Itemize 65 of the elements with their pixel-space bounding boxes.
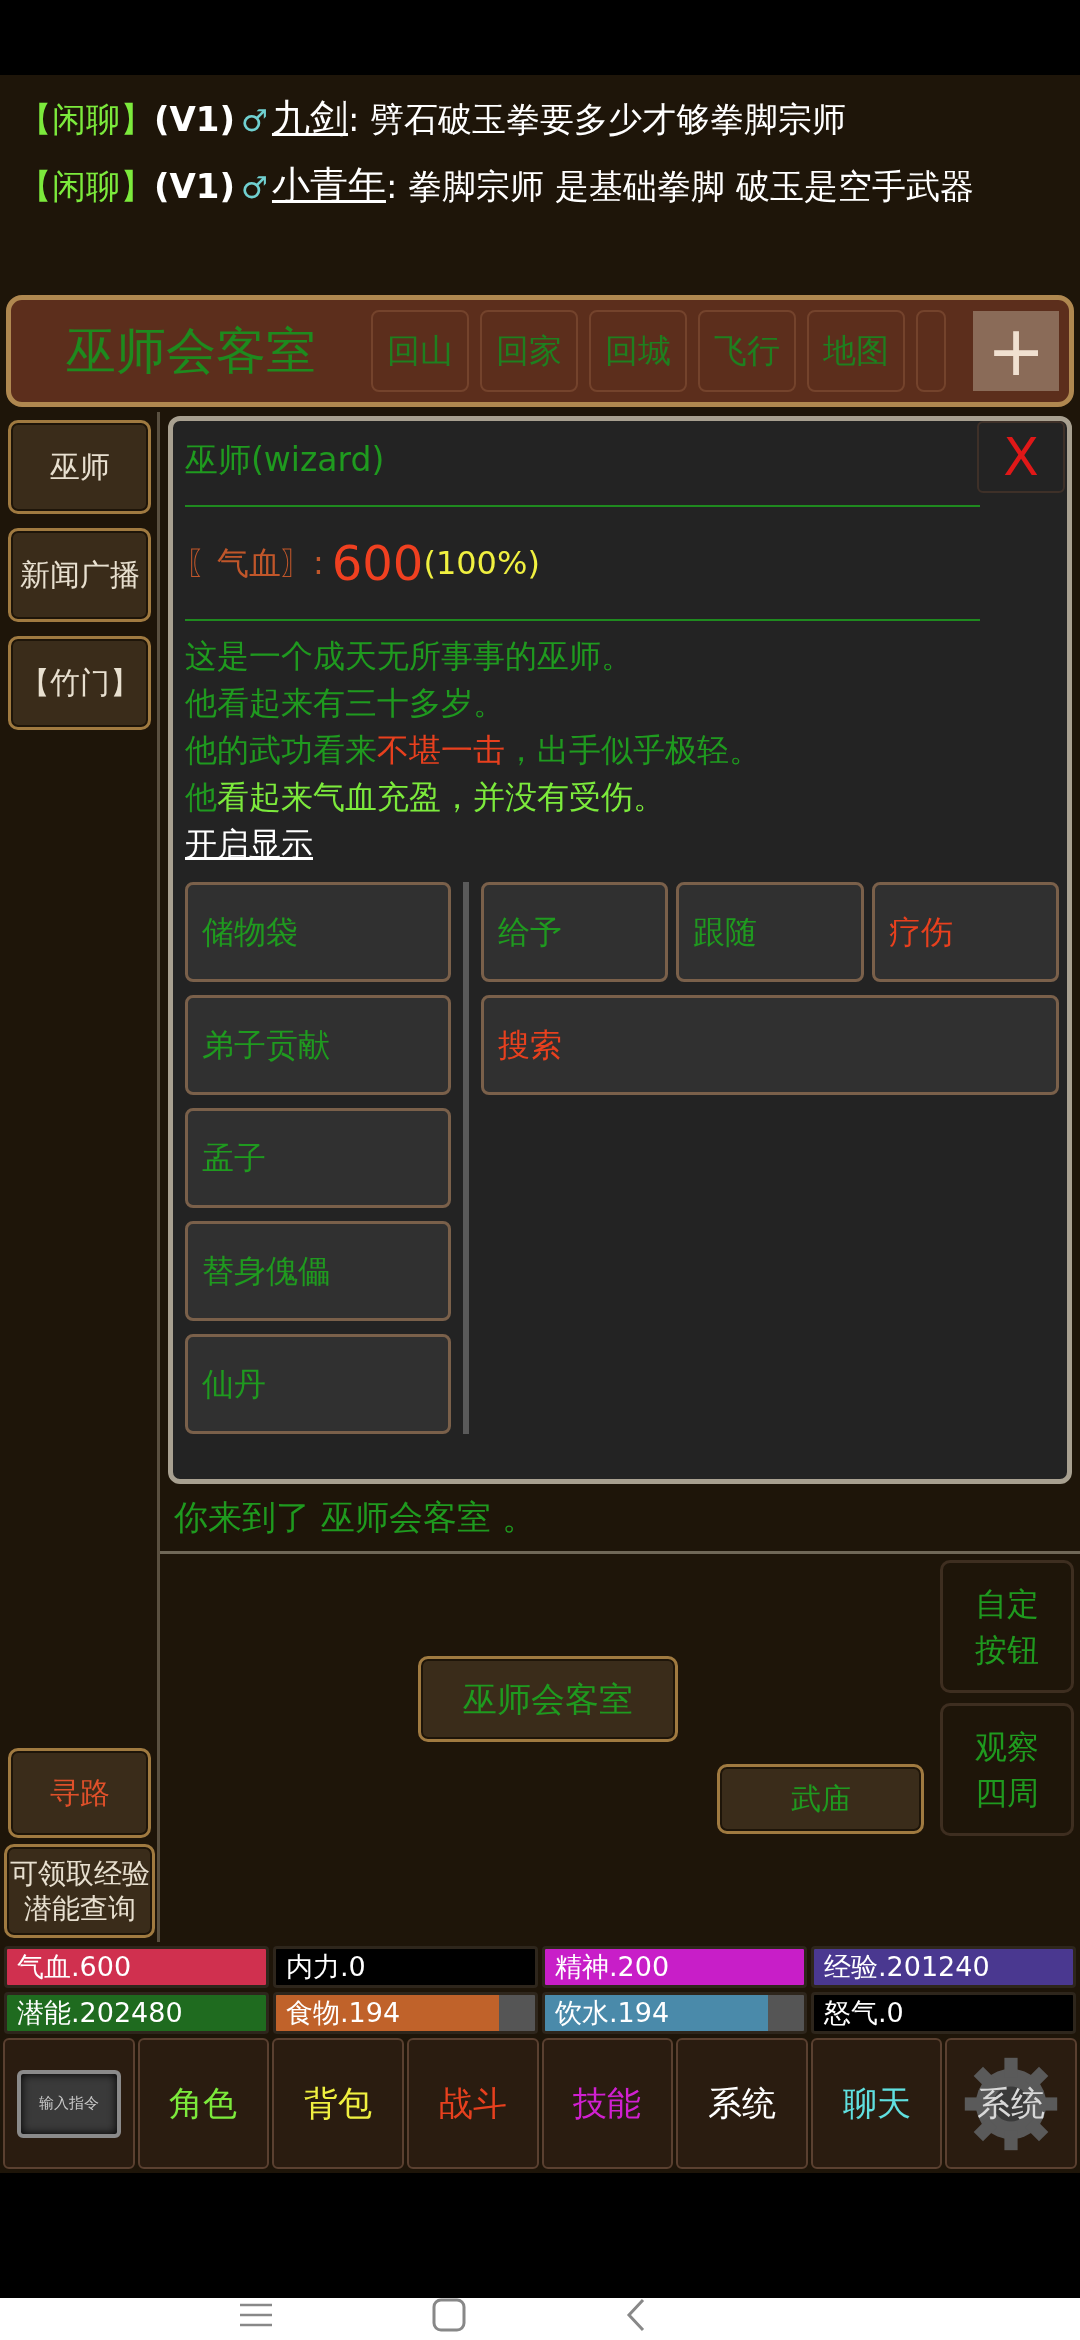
action-button[interactable]: 给予: [481, 882, 669, 982]
hp-percent: (100%): [423, 543, 540, 584]
vip-tag: (V1): [154, 94, 236, 144]
menu-button[interactable]: 战斗: [406, 2038, 539, 2169]
menu-icon[interactable]: [240, 2303, 272, 2327]
chat-message: : 拳脚宗师 是基础拳脚 破玉是空手武器: [385, 165, 974, 208]
sidebar-button[interactable]: 寻路: [8, 1748, 151, 1838]
stat-label: 精神.200: [555, 1950, 670, 1984]
action-button[interactable]: 孟子: [185, 1108, 451, 1208]
add-button[interactable]: +: [973, 311, 1059, 391]
sidebar-button[interactable]: 巫师: [8, 420, 151, 514]
travel-tab[interactable]: 地图: [807, 310, 905, 392]
male-symbol: ♂: [241, 102, 268, 140]
menu-button[interactable]: 角色: [137, 2038, 270, 2169]
travel-tab[interactable]: 回城: [589, 310, 687, 392]
close-button[interactable]: X: [977, 421, 1065, 493]
stat-label: 经验.201240: [824, 1950, 990, 1984]
action-button[interactable]: 替身傀儡: [185, 1221, 451, 1321]
travel-tab[interactable]: 回家: [480, 310, 578, 392]
room-button[interactable]: 巫师会客室: [418, 1656, 678, 1742]
stat-label: 气血.600: [17, 1950, 132, 1984]
chat-channel: 【闲聊】: [18, 98, 154, 141]
player-name-link[interactable]: 小青年: [271, 160, 386, 210]
description-line: 他看起来气血充盈，并没有受伤。: [185, 777, 666, 818]
stat-label: 内力.0: [286, 1950, 366, 1984]
dialog-title: 巫师(wizard): [185, 439, 385, 481]
location-title: 巫师会客室: [65, 320, 317, 382]
description-line: 他看起来有三十多岁。: [185, 683, 506, 724]
hp-value: 600: [331, 534, 424, 593]
action-button[interactable]: 储物袋: [185, 882, 451, 982]
player-name-link[interactable]: 九剑: [271, 93, 348, 143]
description-line: 他的武功看来不堪一击，出手似乎极轻。: [185, 730, 762, 771]
description-line: 这是一个成天无所事事的巫师。: [185, 636, 634, 677]
system-gear-button[interactable]: 系统: [945, 2038, 1077, 2169]
action-button[interactable]: 疗伤: [871, 882, 1059, 982]
chat-message: : 劈石破玉拳要多少才够拳脚宗师: [347, 98, 847, 141]
home-icon[interactable]: [432, 2298, 466, 2332]
menu-button[interactable]: 系统: [676, 2038, 808, 2169]
menu-button[interactable]: 聊天: [810, 2038, 943, 2169]
action-button[interactable]: 跟随: [676, 882, 864, 982]
arrival-message: 你来到了 巫师会客室 。: [174, 1496, 536, 1539]
exit-button[interactable]: 武庙: [717, 1764, 924, 1834]
menu-button[interactable]: 背包: [272, 2038, 404, 2169]
stat-label: 怒气.0: [824, 1996, 904, 2030]
travel-tab[interactable]: 飞行: [698, 310, 796, 392]
side-button[interactable]: 自定按钮: [940, 1560, 1074, 1693]
action-button[interactable]: 仙丹: [185, 1334, 451, 1434]
sidebar-button[interactable]: 【竹门】: [8, 636, 151, 730]
sidebar-button[interactable]: 可领取经验潜能查询: [4, 1844, 155, 1938]
chat-channel: 【闲聊】: [18, 165, 154, 208]
side-button[interactable]: 观察四周: [940, 1703, 1074, 1836]
sidebar-button[interactable]: 新闻广播: [8, 528, 151, 622]
back-icon[interactable]: [626, 2298, 646, 2332]
vip-tag: (V1): [154, 161, 236, 211]
stat-label: 饮水.194: [555, 1996, 670, 2030]
input-command-button[interactable]: 输入指令: [16, 2069, 121, 2138]
show-link[interactable]: 开启显示: [185, 821, 313, 868]
male-symbol: ♂: [241, 169, 268, 207]
action-button[interactable]: 搜索: [481, 995, 1059, 1095]
travel-tab[interactable]: 回山: [371, 310, 469, 392]
menu-button[interactable]: 技能: [541, 2038, 674, 2169]
action-button[interactable]: 弟子贡献: [185, 995, 451, 1095]
hp-label: 〖气血〗:: [185, 543, 324, 584]
stat-label: 潜能.202480: [17, 1996, 183, 2030]
stat-label: 食物.194: [286, 1996, 401, 2030]
